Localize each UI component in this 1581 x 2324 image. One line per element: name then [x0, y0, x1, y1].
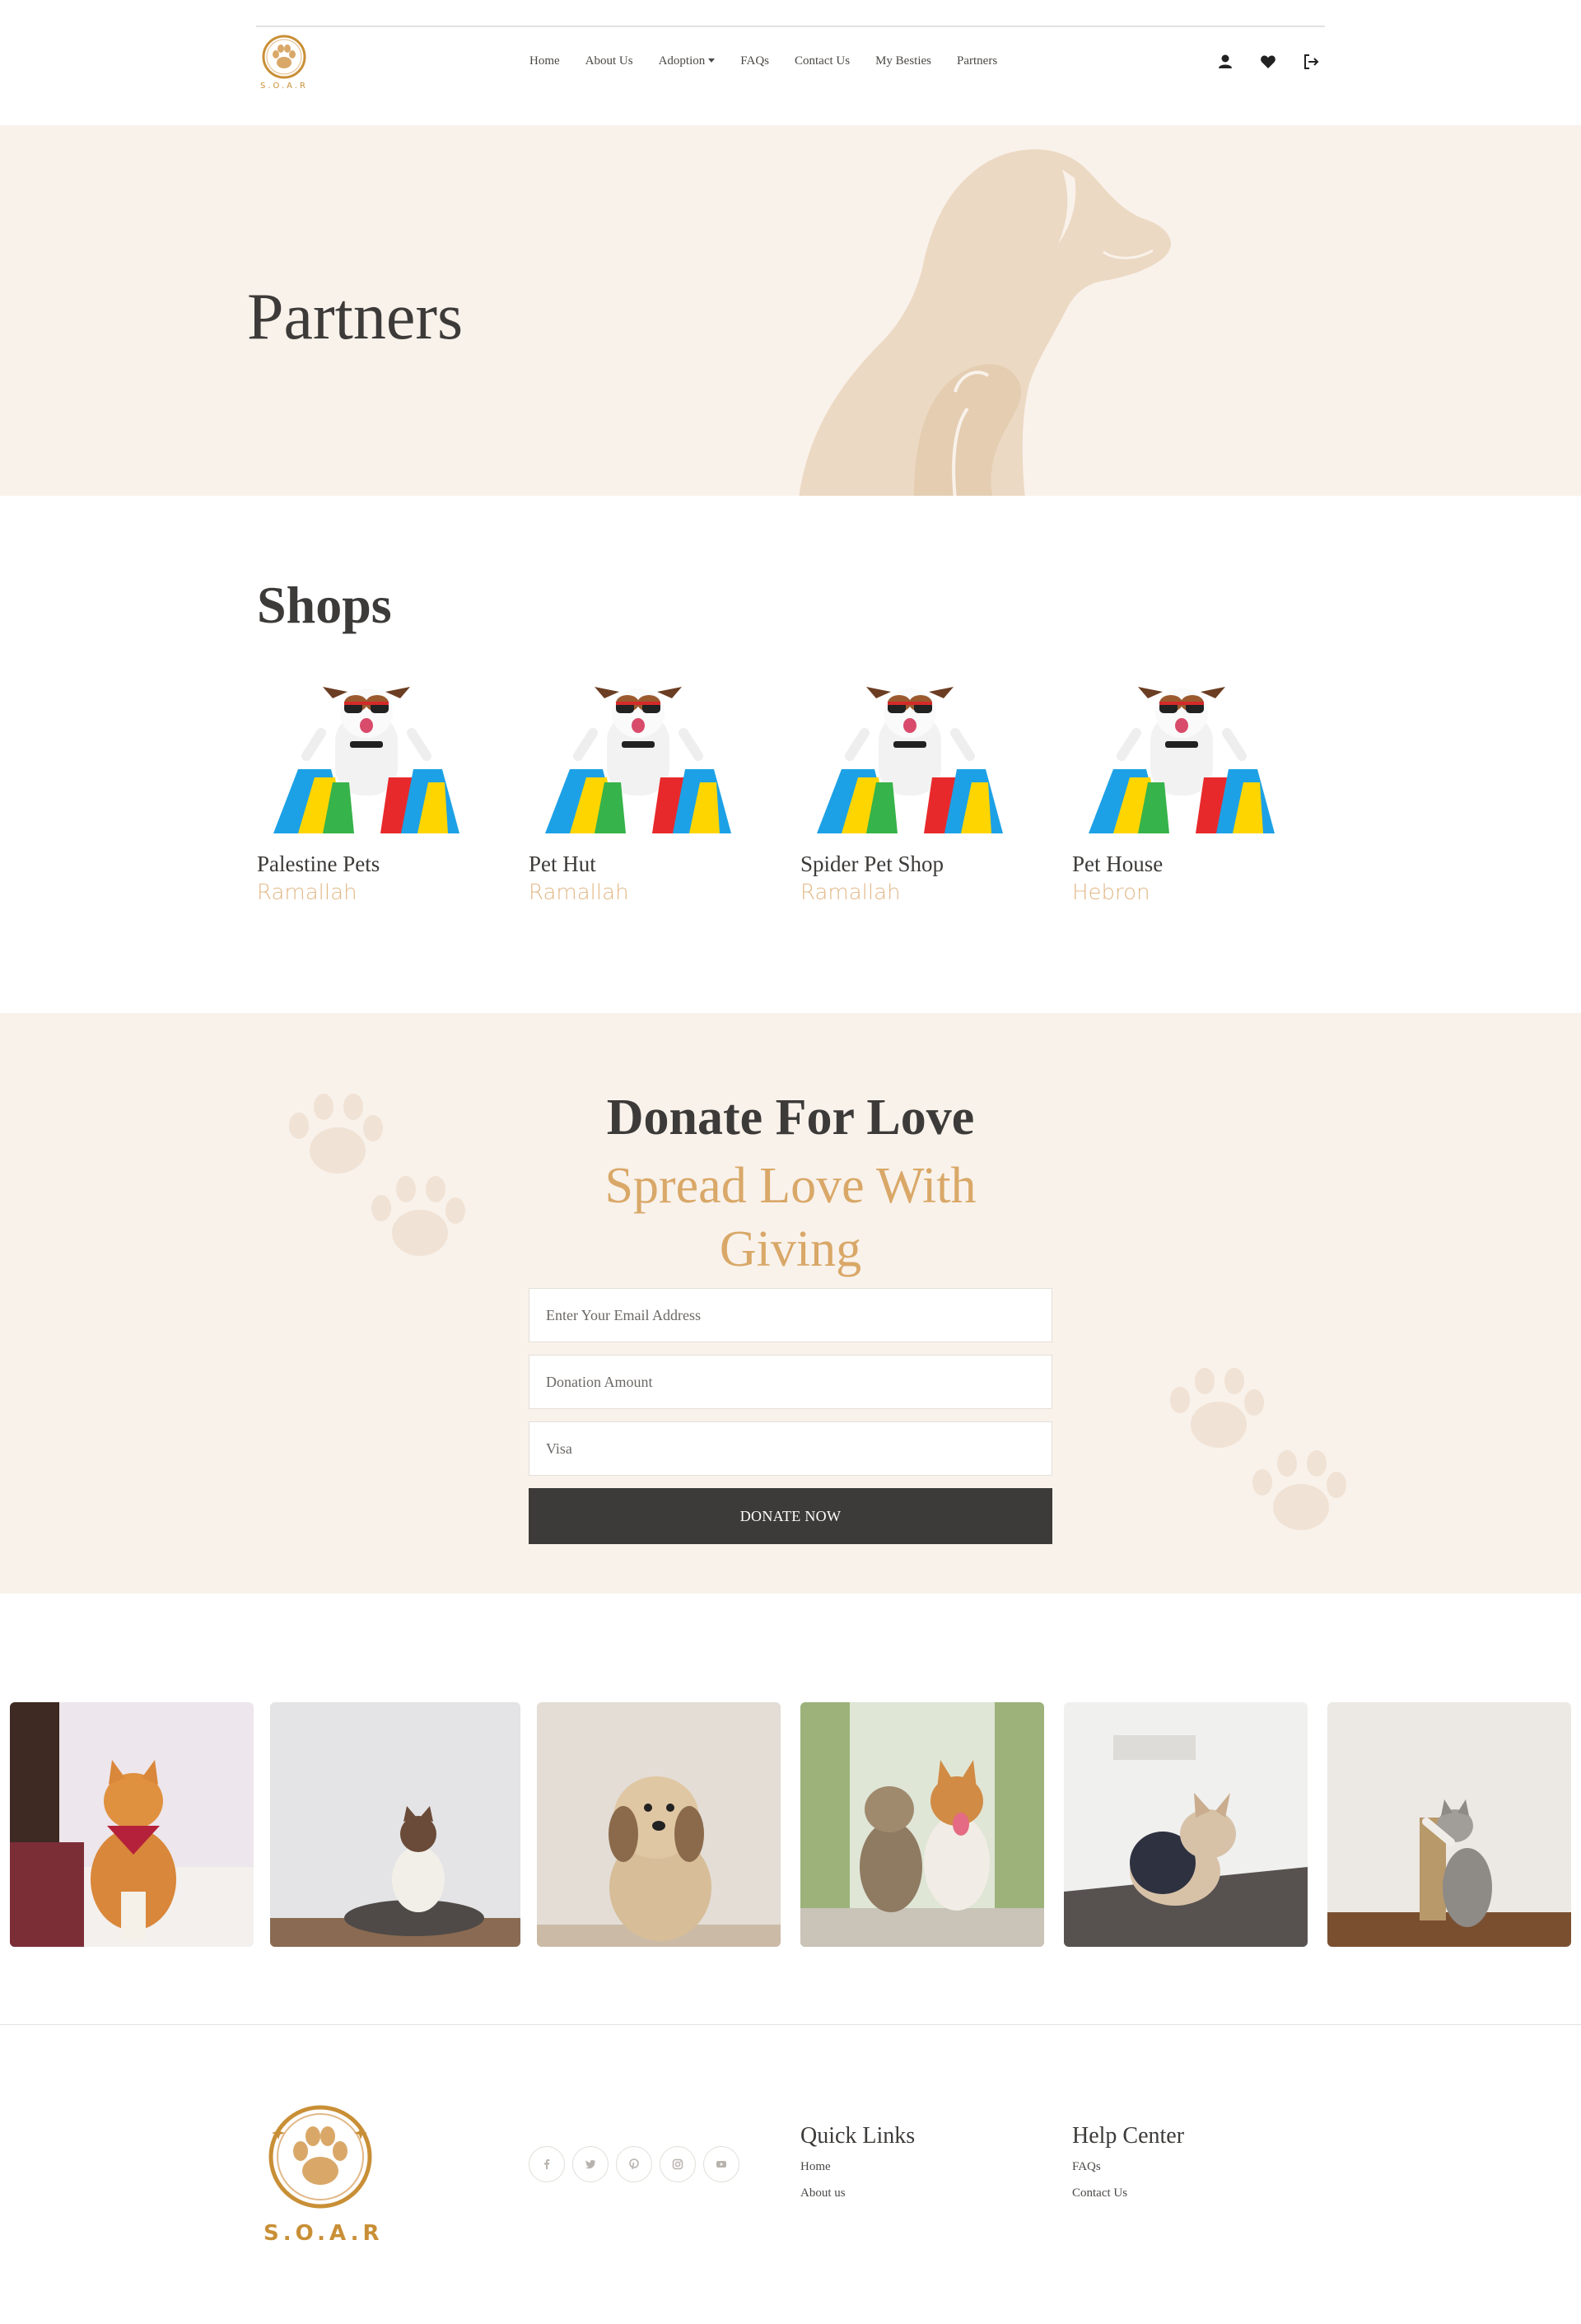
nav-adoption[interactable]: Adoption: [659, 54, 716, 68]
social-links: [529, 2146, 739, 2182]
youtube-icon: [716, 2161, 726, 2168]
footer-logo[interactable]: S.O.A.R: [264, 2103, 384, 2246]
brand-name: S.O.A.R: [260, 82, 308, 91]
page-title: Partners: [247, 281, 464, 353]
user-icon[interactable]: [1216, 53, 1234, 71]
gallery-photo-two-dogs[interactable]: [800, 1702, 1044, 1947]
nav-divider: [256, 26, 1325, 27]
twitter-link[interactable]: [572, 2146, 609, 2182]
pinterest-icon: [629, 2158, 639, 2170]
quick-links-column: Quick Links Home About us: [800, 2125, 915, 2214]
heart-icon[interactable]: [1259, 53, 1277, 71]
shop-card[interactable]: Pet House Hebron: [1072, 680, 1303, 903]
instagram-icon: [672, 2158, 683, 2170]
gallery-photo-cat[interactable]: [10, 1702, 254, 1947]
shop-city: Ramallah: [257, 880, 357, 905]
email-field[interactable]: [529, 1288, 1052, 1342]
nav-links: Home About Us Adoption FAQs Contact Us M…: [529, 54, 1023, 68]
two-dogs-photo-image: [800, 1702, 1044, 1947]
shop-name: Pet House: [1072, 852, 1164, 876]
donation-amount-field[interactable]: [529, 1355, 1052, 1409]
cat-bed-photo-image: [270, 1702, 520, 1947]
donate-subheading: Spread Love With Giving: [604, 1158, 977, 1277]
nav-home[interactable]: Home: [529, 54, 560, 68]
nav-faqs[interactable]: FAQs: [740, 54, 769, 68]
shop-city: Ramallah: [800, 880, 901, 905]
gallery-photo-bulldog[interactable]: [1064, 1702, 1308, 1947]
youtube-link[interactable]: [703, 2146, 739, 2182]
shop-name: Palestine Pets: [257, 852, 380, 876]
facebook-icon: [544, 2159, 550, 2169]
bulldog-photo-image: [1064, 1702, 1308, 1947]
nav-partners[interactable]: Partners: [957, 54, 997, 68]
shop-name: Spider Pet Shop: [800, 852, 944, 876]
nav-adoption-label: Adoption: [658, 54, 706, 68]
shop-name: Pet Hut: [529, 852, 596, 876]
shop-city: Hebron: [1072, 880, 1150, 905]
hero-banner: Partners: [0, 125, 1581, 496]
gallery-photo-kitten[interactable]: [1327, 1702, 1571, 1947]
help-center-heading: Help Center: [1072, 2123, 1185, 2149]
paw-logo-icon: [262, 35, 306, 79]
dog-shopping-image: [545, 687, 731, 833]
shop-city: Ramallah: [529, 880, 629, 905]
footer-link-home[interactable]: Home: [800, 2161, 915, 2173]
pinterest-link[interactable]: [616, 2146, 652, 2182]
facebook-link[interactable]: [529, 2146, 565, 2182]
dog-shopping-image: [273, 687, 459, 833]
paw-logo-icon: [268, 2105, 372, 2209]
caret-down-icon: [708, 58, 716, 63]
pets-silhouette-icon: [799, 149, 1171, 496]
visa-field[interactable]: [529, 1421, 1052, 1476]
nav-icons: [1216, 53, 1320, 71]
twitter-icon: [585, 2159, 595, 2169]
footer-brand-name: S.O.A.R: [264, 2221, 384, 2246]
footer-link-about[interactable]: About us: [800, 2187, 915, 2200]
footer-link-contact[interactable]: Contact Us: [1072, 2187, 1184, 2200]
kitten-photo-image: [1327, 1702, 1571, 1947]
nav-about[interactable]: About Us: [585, 54, 633, 68]
quick-links-heading: Quick Links: [800, 2123, 916, 2149]
cat-photo-image: [10, 1702, 254, 1947]
shops-heading: Shops: [257, 576, 392, 634]
dog-photo-image: [537, 1702, 781, 1947]
shop-card[interactable]: Pet Hut Ramallah: [529, 680, 759, 903]
nav-my-besties[interactable]: My Besties: [875, 54, 931, 68]
brand-logo[interactable]: S.O.A.R: [258, 35, 310, 94]
paw-prints-icon: [1170, 1368, 1346, 1530]
donate-now-button[interactable]: DONATE NOW: [529, 1488, 1052, 1544]
navbar: S.O.A.R Home About Us Adoption FAQs Cont…: [0, 0, 1581, 125]
shop-card[interactable]: Palestine Pets Ramallah: [257, 680, 487, 903]
logout-icon[interactable]: [1302, 53, 1320, 71]
instagram-link[interactable]: [660, 2146, 696, 2182]
donate-heading: Donate For Love: [606, 1090, 975, 1146]
gallery-photo-dog[interactable]: [537, 1702, 781, 1947]
donate-section: Donate For Love Spread Love With Giving …: [0, 1013, 1581, 1594]
help-center-column: Help Center FAQs Contact Us: [1072, 2125, 1184, 2214]
dog-shopping-image: [1089, 687, 1275, 833]
shop-card[interactable]: Spider Pet Shop Ramallah: [800, 680, 1031, 903]
nav-contact[interactable]: Contact Us: [795, 54, 850, 68]
footer-link-faqs[interactable]: FAQs: [1072, 2161, 1184, 2173]
footer-divider: [0, 2024, 1581, 2025]
gallery-photo-cat-bed[interactable]: [270, 1702, 520, 1947]
dog-shopping-image: [817, 687, 1003, 833]
